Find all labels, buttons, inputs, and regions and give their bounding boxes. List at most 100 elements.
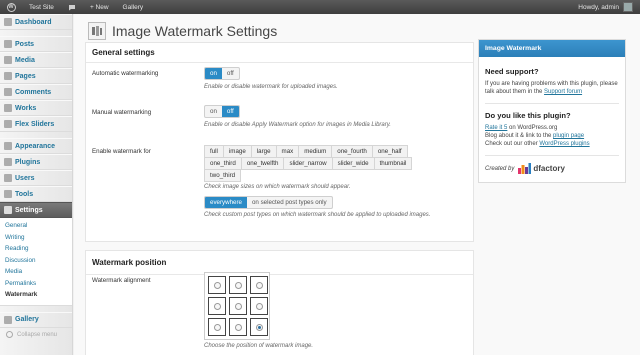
general-settings-heading: General settings xyxy=(86,43,473,63)
media-icon xyxy=(4,56,12,64)
appearance-icon xyxy=(4,142,12,150)
alignment-cell-middle-center[interactable] xyxy=(229,297,247,315)
alignment-cell-top-center[interactable] xyxy=(229,276,247,294)
auto-off-option[interactable]: off xyxy=(222,68,239,79)
alignment-radio-top-left[interactable] xyxy=(213,281,221,289)
settings-page-icon xyxy=(88,22,106,40)
manual-watermark-desc: Enable or disable Apply Watermark option… xyxy=(204,122,391,128)
watermark-alignment-label: Watermark alignment xyxy=(92,277,151,284)
sidebar-item-users[interactable]: Users xyxy=(0,170,72,186)
plugin-info-widget: Image Watermark Need support? If you are… xyxy=(478,39,626,183)
post-types-toggle[interactable]: everywhere on selected post types only xyxy=(204,196,333,209)
alignment-radio-top-right[interactable] xyxy=(255,281,263,289)
sidebar-item-flex-sliders[interactable]: Flex Sliders xyxy=(0,116,72,132)
sidebar-item-appearance[interactable]: Appearance xyxy=(0,138,72,154)
alignment-radio-bottom-left[interactable] xyxy=(213,323,221,331)
sidebar-item-plugins[interactable]: Plugins xyxy=(0,154,72,170)
gallery-link[interactable]: Gallery xyxy=(116,0,151,14)
submenu-item-general[interactable]: General xyxy=(0,220,72,232)
alignment-cell-bottom-center[interactable] xyxy=(229,318,247,336)
avatar xyxy=(623,2,633,12)
comments-icon xyxy=(4,88,12,96)
sidebar-item-posts[interactable]: Posts xyxy=(0,36,72,52)
manual-watermark-toggle[interactable]: on off xyxy=(204,105,240,118)
image-size-checklist: full image large max medium one_fourth o… xyxy=(204,145,440,182)
alignment-cell-top-left[interactable] xyxy=(208,276,226,294)
dashboard-icon xyxy=(4,18,12,26)
submenu-item-discussion[interactable]: Discussion xyxy=(0,255,72,267)
rate-text: Rate it 5 on WordPress.org xyxy=(485,125,558,131)
size-chip[interactable]: two_third xyxy=(204,169,242,182)
created-by: Created by dfactory xyxy=(485,163,565,174)
everywhere-option[interactable]: everywhere xyxy=(205,197,247,208)
alignment-cell-top-right[interactable] xyxy=(250,276,268,294)
dfactory-logo-icon xyxy=(518,163,532,174)
submenu-item-watermark[interactable]: Watermark xyxy=(0,289,72,301)
account-menu[interactable]: Howdy, admin xyxy=(571,0,640,14)
sidebar-item-gallery[interactable]: Gallery xyxy=(0,311,72,328)
comments-icon[interactable] xyxy=(61,0,83,14)
blog-text: Blog about it & link to the plugin page xyxy=(485,133,585,139)
check-text: Check out our other WordPress plugins xyxy=(485,141,590,147)
size-chip[interactable]: slider_wide xyxy=(331,157,375,170)
submenu-item-reading[interactable]: Reading xyxy=(0,243,72,255)
alignment-radio-bottom-right[interactable] xyxy=(255,323,263,331)
watermark-position-panel: Watermark position Watermark alignment C… xyxy=(85,250,474,355)
manual-on-option[interactable]: on xyxy=(205,106,222,117)
admin-sidebar: Dashboard Posts Media Pages Comments Wor… xyxy=(0,14,73,355)
pages-icon xyxy=(4,72,12,80)
sidebar-item-dashboard[interactable]: Dashboard xyxy=(0,14,72,30)
support-forum-link[interactable]: Support forum xyxy=(544,89,582,95)
alignment-radio-middle-center[interactable] xyxy=(234,302,242,310)
selected-post-types-option[interactable]: on selected post types only xyxy=(247,197,332,208)
collapse-icon xyxy=(6,331,13,338)
collapse-menu-button[interactable]: Collapse menu xyxy=(0,328,72,342)
sidebar-item-settings[interactable]: Settings xyxy=(0,202,72,218)
sidebar-item-works[interactable]: Works xyxy=(0,100,72,116)
works-icon xyxy=(4,104,12,112)
alignment-grid xyxy=(204,272,270,340)
size-chip[interactable]: thumbnail xyxy=(373,157,413,170)
size-chip[interactable]: one_twelfth xyxy=(240,157,285,170)
users-icon xyxy=(4,174,12,182)
plugins-icon xyxy=(4,158,12,166)
settings-submenu: General Writing Reading Discussion Media… xyxy=(0,218,72,306)
sidebar-item-media[interactable]: Media xyxy=(0,52,72,68)
manual-off-option[interactable]: off xyxy=(221,106,239,117)
post-types-desc: Check custom post types on which waterma… xyxy=(204,212,431,218)
howdy-text: Howdy, admin xyxy=(578,3,619,11)
sidebar-item-comments[interactable]: Comments xyxy=(0,84,72,100)
pin-icon xyxy=(4,40,12,48)
alignment-desc: Choose the position of watermark image. xyxy=(204,343,314,349)
alignment-radio-bottom-center[interactable] xyxy=(234,323,242,331)
plugin-page-link[interactable]: plugin page xyxy=(553,133,584,139)
alignment-cell-bottom-right[interactable] xyxy=(250,318,268,336)
slider-icon xyxy=(4,120,12,128)
page-title: Image Watermark Settings xyxy=(112,23,278,39)
image-sizes-desc: Check image sizes on which watermark sho… xyxy=(204,184,351,190)
submenu-item-media[interactable]: Media xyxy=(0,266,72,278)
auto-watermark-toggle[interactable]: on off xyxy=(204,67,240,80)
alignment-cell-bottom-left[interactable] xyxy=(208,318,226,336)
sidebar-item-pages[interactable]: Pages xyxy=(0,68,72,84)
wordpress-plugins-link[interactable]: WordPress plugins xyxy=(539,141,589,147)
like-title: Do you like this plugin? xyxy=(485,111,571,120)
submenu-item-writing[interactable]: Writing xyxy=(0,232,72,244)
dfactory-logo[interactable]: dfactory xyxy=(518,163,565,174)
alignment-radio-top-center[interactable] xyxy=(234,281,242,289)
general-settings-panel: General settings Automatic watermarking … xyxy=(85,42,474,242)
alignment-radio-middle-left[interactable] xyxy=(213,302,221,310)
size-chip[interactable]: slider_narrow xyxy=(283,157,333,170)
site-name-link[interactable]: Test Site xyxy=(22,0,61,14)
alignment-cell-middle-left[interactable] xyxy=(208,297,226,315)
widget-header: Image Watermark xyxy=(479,40,625,57)
main-content: Image Watermark Settings General setting… xyxy=(74,14,640,355)
new-content-link[interactable]: + New xyxy=(83,0,116,14)
alignment-radio-middle-right[interactable] xyxy=(255,302,263,310)
sidebar-item-tools[interactable]: Tools xyxy=(0,186,72,202)
rate-link[interactable]: Rate it 5 xyxy=(485,125,507,131)
auto-on-option[interactable]: on xyxy=(205,68,222,79)
wordpress-logo-icon[interactable]: W xyxy=(0,0,22,14)
alignment-cell-middle-right[interactable] xyxy=(250,297,268,315)
submenu-item-permalinks[interactable]: Permalinks xyxy=(0,278,72,290)
